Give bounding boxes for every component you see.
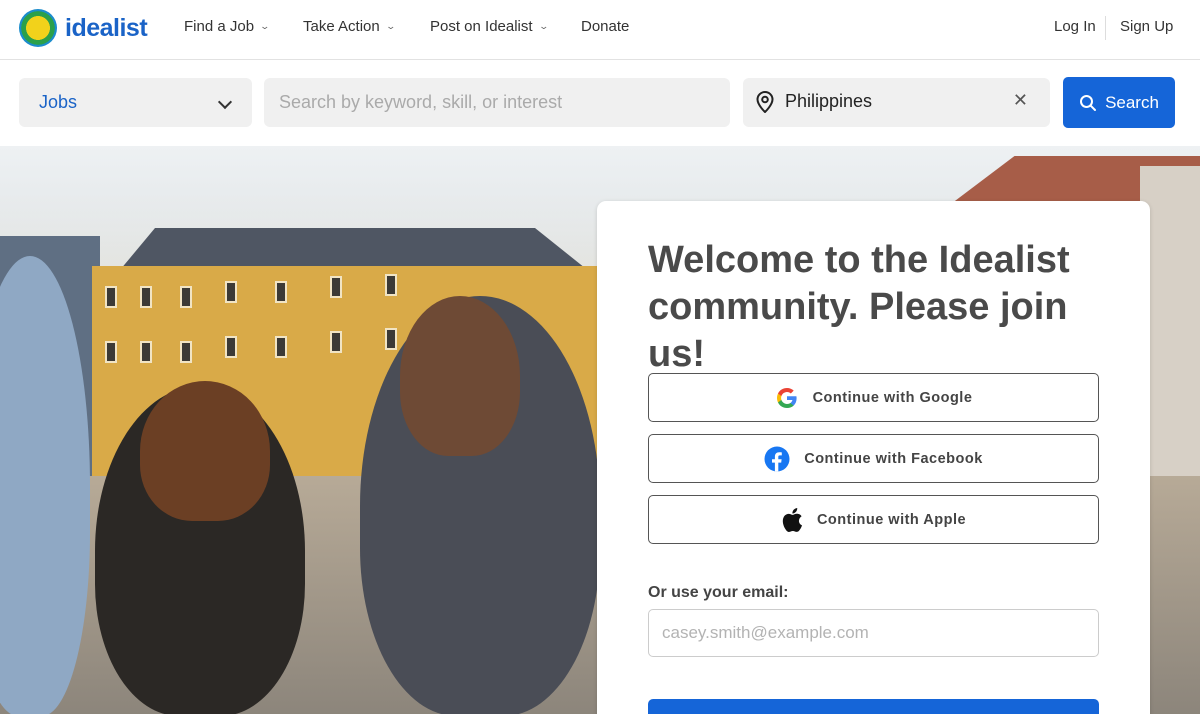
signup-link[interactable]: Sign Up — [1120, 18, 1173, 35]
idealist-logo-mark — [19, 9, 57, 47]
hero-window — [385, 328, 397, 350]
chevron-down-icon — [217, 94, 233, 110]
top-nav: idealist Find a Job ⌄ Take Action ⌄ Post… — [0, 0, 1200, 60]
signup-title: Welcome to the Idealist community. Pleas… — [648, 239, 1070, 375]
category-select-value: Jobs — [39, 92, 78, 112]
chevron-down-icon: ⌄ — [385, 21, 396, 31]
search-bar: Jobs Philippines ✕ Search — [0, 61, 1200, 146]
hero-window — [385, 274, 397, 296]
apple-button-label: Continue with Apple — [816, 511, 967, 528]
search-button[interactable]: Search — [1063, 77, 1175, 128]
nav-post-on-idealist[interactable]: Post on Idealist ⌄ — [430, 18, 549, 35]
continue-with-facebook-button[interactable]: Continue with Facebook — [648, 434, 1099, 483]
hero-person-hair — [140, 381, 270, 521]
email-label: Or use your email: — [648, 584, 789, 601]
continue-with-apple-button[interactable]: Continue with Apple — [648, 495, 1099, 544]
nav-take-action-label: Take Action — [303, 18, 380, 35]
continue-with-google-button[interactable]: Continue with Google — [648, 373, 1099, 422]
search-button-label: Search — [1105, 92, 1159, 112]
login-link[interactable]: Log In — [1054, 18, 1096, 35]
idealist-logo[interactable]: idealist — [19, 9, 148, 47]
hero-window — [275, 281, 287, 303]
google-button-label: Continue with Google — [812, 389, 973, 406]
location-value: Philippines — [785, 91, 873, 111]
hero-window — [105, 341, 117, 363]
hero-window — [180, 341, 192, 363]
nav-divider — [1105, 16, 1106, 40]
hero-window — [180, 286, 192, 308]
location-pin-icon — [756, 90, 774, 118]
hero-window — [140, 341, 152, 363]
keyword-search-input[interactable] — [264, 78, 730, 127]
facebook-icon — [764, 446, 790, 471]
facebook-button-label: Continue with Facebook — [804, 450, 983, 467]
google-icon — [776, 387, 797, 408]
hero-window — [330, 331, 342, 353]
logo-wordmark: idealist — [65, 13, 148, 42]
apple-icon — [782, 507, 802, 532]
nav-donate[interactable]: Donate — [581, 18, 629, 35]
hero-window — [105, 286, 117, 308]
hero-window — [275, 336, 287, 358]
search-icon — [1080, 94, 1097, 111]
nav-donate-label: Donate — [581, 18, 630, 35]
category-select[interactable]: Jobs — [19, 78, 252, 127]
nav-post-on-idealist-label: Post on Idealist — [430, 18, 533, 35]
email-submit-button[interactable] — [648, 699, 1099, 714]
hero-window — [330, 276, 342, 298]
signup-card: Welcome to the Idealist community. Pleas… — [597, 201, 1150, 714]
nav-find-a-job-label: Find a Job — [184, 18, 255, 35]
hero-window — [140, 286, 152, 308]
location-field[interactable]: Philippines ✕ — [743, 78, 1050, 127]
hero-person-head — [400, 296, 520, 456]
nav-take-action[interactable]: Take Action ⌄ — [303, 18, 396, 35]
hero-window — [225, 336, 237, 358]
chevron-down-icon: ⌄ — [538, 21, 549, 31]
hero-window — [225, 281, 237, 303]
nav-find-a-job[interactable]: Find a Job ⌄ — [184, 18, 271, 35]
clear-location-icon[interactable]: ✕ — [1013, 90, 1028, 111]
email-field[interactable] — [648, 609, 1099, 657]
chevron-down-icon: ⌄ — [259, 21, 271, 31]
